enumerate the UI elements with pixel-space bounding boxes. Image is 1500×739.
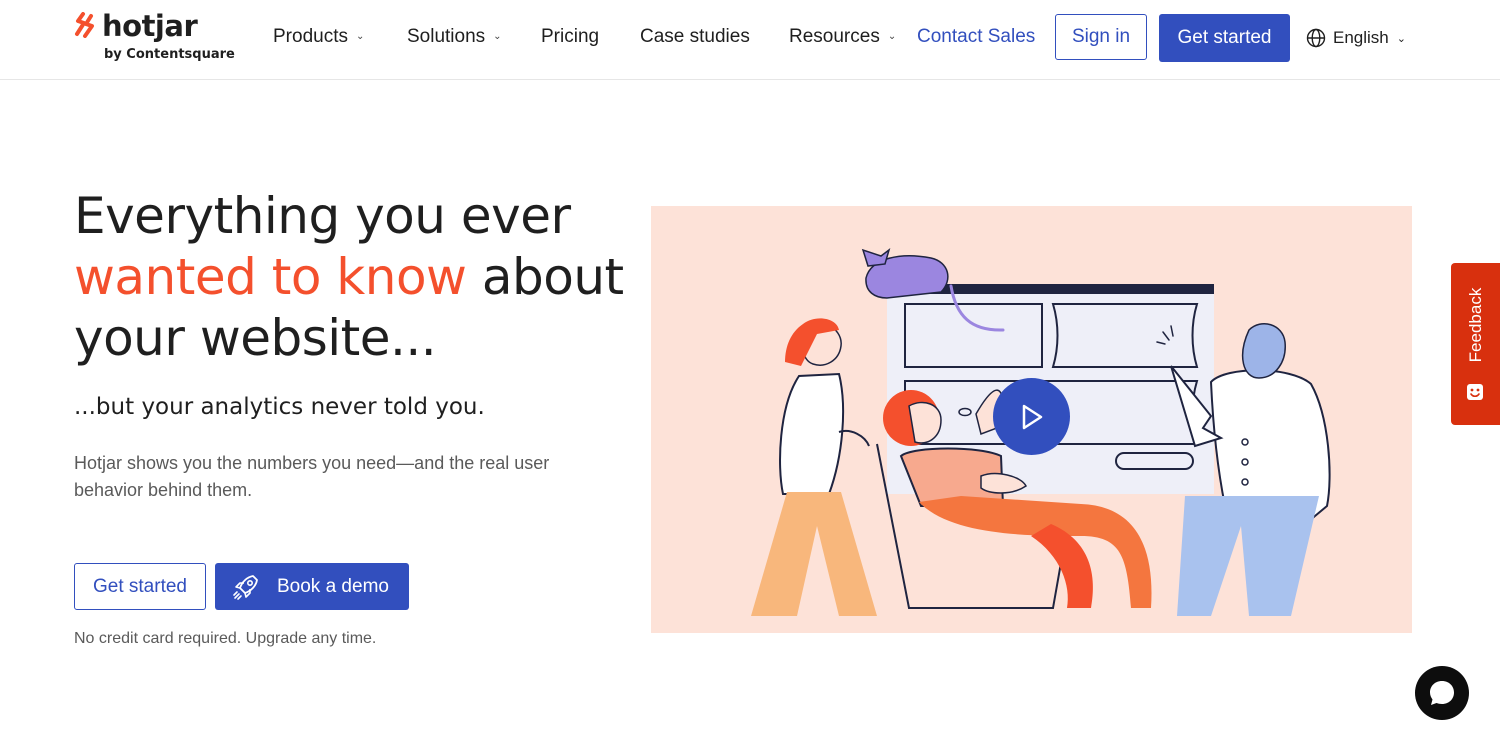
smiley-icon [1467,384,1483,400]
chevron-down-icon: ⌄ [355,31,365,42]
chevron-down-icon: ⌄ [493,31,502,42]
no-credit-card-note: No credit card required. Upgrade any tim… [74,630,377,647]
language-selector[interactable]: English ⌄ [1306,27,1406,49]
rocket-icon [233,574,258,600]
hero-description: Hotjar shows you the numbers you need—an… [74,453,550,500]
hero-subhead: ...but your analytics never told you. [74,394,485,420]
hotjar-logo[interactable]: hotjar by Contentsquare [74,9,244,70]
nav-solutions-label: Solutions [407,26,486,47]
nav-products-label: Products [273,26,348,47]
logo-tagline: by Contentsquare [104,47,235,62]
nav-pricing-label: Pricing [541,26,600,47]
book-demo-label: Book a demo [277,575,389,597]
play-icon [1022,404,1042,429]
hotjar-flame-icon [75,12,94,38]
sign-in-button[interactable]: Sign in [1055,14,1147,60]
nav-products[interactable]: Products ⌄ [273,26,364,48]
nav-resources[interactable]: Resources ⌄ [789,26,896,48]
language-label: English [1333,28,1389,47]
feedback-tab[interactable]: Feedback [1451,263,1500,425]
headline-part-1: Everything you ever [74,187,571,245]
feedback-label: Feedback [1465,287,1485,363]
contact-sales-link[interactable]: Contact Sales [917,26,1035,48]
nav-solutions[interactable]: Solutions ⌄ [407,26,502,48]
nav-pricing[interactable]: Pricing [541,26,599,48]
chevron-down-icon: ⌄ [1396,32,1406,45]
play-video-button[interactable] [993,378,1070,455]
chat-widget-button[interactable] [1415,666,1469,720]
logo-wordmark: hotjar [102,9,198,43]
top-navigation: hotjar by Contentsquare Products ⌄ Soluti… [0,0,1500,80]
book-demo-button[interactable]: Book a demo [215,563,409,610]
globe-icon [1306,28,1326,48]
chevron-down-icon: ⌄ [887,31,897,42]
nav-resources-label: Resources [789,26,880,47]
nav-case-studies-label: Case studies [640,26,750,47]
chat-bubble-icon [1430,681,1454,705]
get-started-hero-button[interactable]: Get started [74,563,206,610]
get-started-nav-button[interactable]: Get started [1159,14,1290,62]
nav-case-studies[interactable]: Case studies [640,26,750,48]
headline-accent: wanted to know [74,248,467,306]
hero-headline: Everything you ever wanted to know about… [74,186,634,369]
